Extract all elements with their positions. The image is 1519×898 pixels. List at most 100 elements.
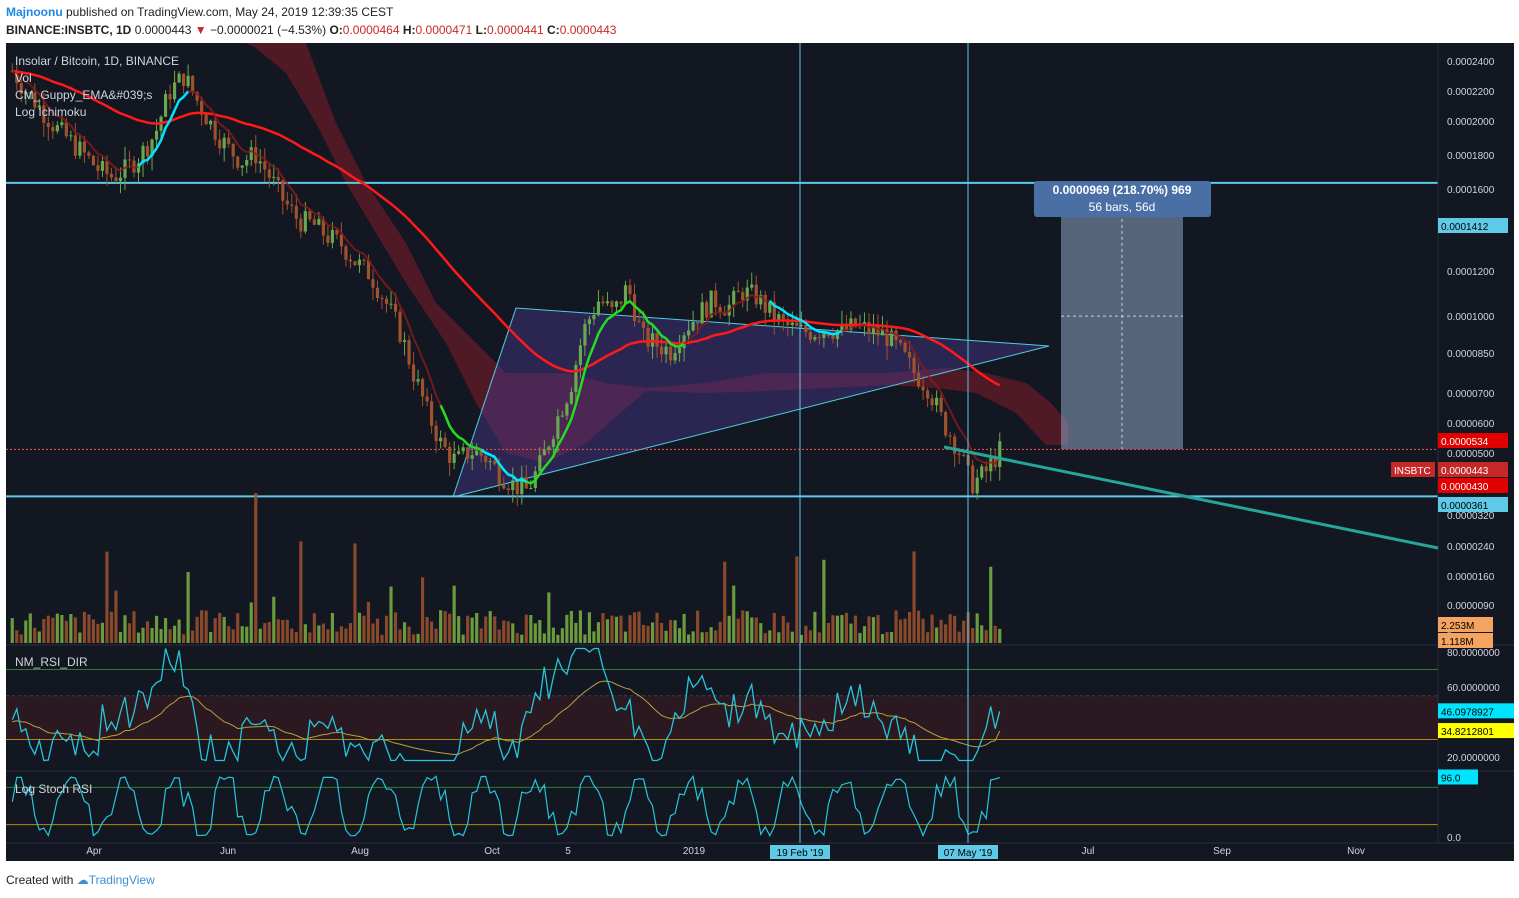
candle-body xyxy=(944,412,948,436)
volume-bar xyxy=(497,629,501,643)
volume-bar xyxy=(218,612,222,643)
volume-bar xyxy=(587,612,591,643)
publish-line: Majnoonu published on TradingView.com, M… xyxy=(6,5,393,19)
candle-body xyxy=(267,169,271,178)
candle-body xyxy=(398,311,402,342)
volume-bar xyxy=(822,559,826,643)
candle-body xyxy=(55,125,59,132)
candle-body xyxy=(177,73,181,83)
volume-bar xyxy=(182,634,186,643)
volume-bar xyxy=(272,596,276,643)
volume-bar xyxy=(696,610,700,643)
volume-bar xyxy=(682,613,686,643)
volume-bar xyxy=(191,630,195,643)
volume-bar xyxy=(348,623,353,643)
volume-bar xyxy=(159,628,163,643)
price-tick-label: 0.0000500 xyxy=(1447,449,1495,460)
volume-bar xyxy=(114,590,118,643)
volume-bar xyxy=(917,610,921,643)
volume-bar xyxy=(299,541,303,643)
candle-body xyxy=(975,477,979,494)
time-highlight-label: 19 Feb '19 xyxy=(777,848,824,859)
volume-bar xyxy=(984,630,988,643)
published-text: published on TradingView.com, May 24, 20… xyxy=(66,5,394,19)
volume-bar xyxy=(339,626,343,643)
volume-bar xyxy=(457,616,461,643)
symbol-label: BINANCE:INSBTC, 1D xyxy=(6,23,132,37)
high-value: 0.0000471 xyxy=(415,23,473,37)
candle-body xyxy=(118,177,123,181)
volume-bar xyxy=(880,634,885,643)
volume-tag: 2.253M xyxy=(1441,621,1474,632)
down-arrow-icon: ▼ xyxy=(194,23,207,37)
time-tick-label: Sep xyxy=(1213,846,1231,857)
volume-bar xyxy=(145,621,150,643)
volume-bar xyxy=(646,625,650,643)
tradingview-link[interactable]: TradingView xyxy=(89,873,155,887)
ohlc-line: BINANCE:INSBTC, 1D 0.0000443 ▼ −0.000002… xyxy=(6,23,616,37)
volume-bar xyxy=(732,585,736,643)
volume-bar xyxy=(583,634,587,643)
volume-bar xyxy=(245,626,249,643)
candle-body xyxy=(551,439,555,447)
volume-bar xyxy=(37,631,41,643)
volume-bar xyxy=(605,619,610,643)
volume-bar xyxy=(466,615,470,643)
volume-bar xyxy=(560,628,564,643)
candle-body xyxy=(87,152,91,156)
volume-tag-2: 1.118M xyxy=(1441,637,1474,648)
legend-guppy: CM_Guppy_EMA&#039;s xyxy=(15,88,152,102)
volume-bar xyxy=(533,623,537,643)
candle-body xyxy=(822,332,826,338)
volume-bar xyxy=(475,612,479,643)
volume-bar xyxy=(384,615,389,643)
volume-bar xyxy=(741,610,745,643)
volume-bar xyxy=(723,561,727,643)
volume-bar xyxy=(538,620,542,643)
volume-bar xyxy=(254,493,258,643)
candle-body xyxy=(488,461,492,463)
volume-bar xyxy=(515,632,519,643)
volume-bar xyxy=(853,615,858,643)
close-label: C: xyxy=(547,23,560,37)
volume-bar xyxy=(240,626,244,643)
volume-bar xyxy=(231,629,235,643)
volume-bar xyxy=(637,611,641,643)
candle-body xyxy=(461,447,465,452)
candle-body xyxy=(407,340,411,365)
volume-bar xyxy=(650,622,655,643)
volume-bar xyxy=(768,630,772,643)
change-value: −0.0000021 (−4.53%) xyxy=(210,23,327,37)
candle-body xyxy=(69,135,73,137)
volume-bar xyxy=(493,616,497,643)
candle-body xyxy=(145,145,150,157)
price-tick-label: 0.0001200 xyxy=(1447,267,1495,278)
volume-bar xyxy=(754,617,758,643)
author-link[interactable]: Majnoonu xyxy=(6,5,63,19)
candle-body xyxy=(917,372,921,387)
volume-bar xyxy=(389,586,393,643)
time-tick-label: 2019 xyxy=(683,846,706,857)
volume-bar xyxy=(439,610,443,643)
candle-body xyxy=(425,396,429,402)
volume-bar xyxy=(610,615,614,643)
candle-body xyxy=(182,73,186,87)
volume-bar xyxy=(15,630,19,643)
price-tick-label: 0.0000160 xyxy=(1447,572,1495,583)
volume-bar xyxy=(601,612,605,643)
candle-body xyxy=(790,322,794,326)
chart-area[interactable]: 0.0002400 0.0002200 0.0002000 0.0001800 0.00… xyxy=(6,43,1514,861)
tradingview-logo-icon[interactable]: ☁ xyxy=(77,873,89,887)
chart-canvas[interactable]: 0.00024000.00022000.00020000.00018000.00… xyxy=(6,43,1514,861)
candle-body xyxy=(60,122,64,126)
candle-body xyxy=(46,122,50,127)
volume-bar xyxy=(971,627,975,643)
volume-bar xyxy=(623,631,628,643)
volume-bar xyxy=(511,623,515,643)
volume-bar xyxy=(687,634,691,643)
volume-bar xyxy=(659,622,664,643)
volume-bar xyxy=(835,615,839,643)
volume-bar xyxy=(862,626,867,643)
volume-bar xyxy=(944,624,948,643)
volume-bar xyxy=(632,612,637,643)
